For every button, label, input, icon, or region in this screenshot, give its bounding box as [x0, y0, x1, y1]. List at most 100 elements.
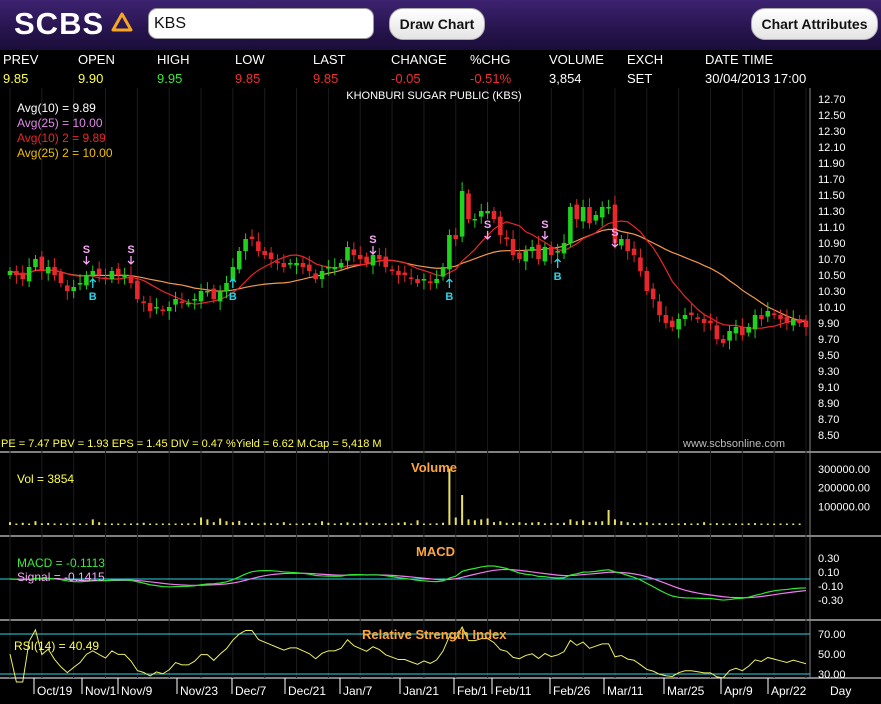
- candle-body: [319, 271, 325, 279]
- macd-panel-title: MACD: [416, 544, 455, 559]
- candle-body: [676, 319, 681, 330]
- candle-body: [765, 311, 771, 317]
- candle-body: [574, 204, 580, 219]
- volume-bar: [340, 523, 343, 525]
- stock-chart[interactable]: 12.70 12.50 12.30 12.10 11.90 11.70 11.50 11.30…: [0, 88, 881, 704]
- candle-body: [90, 271, 96, 275]
- volume-bar: [129, 523, 132, 525]
- candle-body: [300, 263, 306, 267]
- logo-mark-icon: [111, 12, 133, 32]
- volume-bar: [633, 523, 636, 525]
- volume-bar: [792, 523, 795, 525]
- volume-bar: [327, 522, 330, 525]
- macd-tick-label: -0.30: [818, 595, 843, 607]
- volume-bar: [652, 523, 655, 525]
- volume-bar: [47, 522, 50, 525]
- candle-body: [20, 272, 26, 279]
- high-value: 9.95: [157, 71, 183, 86]
- candle-body: [695, 317, 701, 319]
- candle-body: [122, 275, 127, 278]
- candle-body: [307, 264, 312, 271]
- volume-bar: [136, 523, 139, 525]
- chart-attributes-button[interactable]: Chart Attributes: [751, 8, 878, 40]
- fundamentals-line: PE = 7.47 PBV = 1.93 EPS = 1.45 DIV = 0.…: [1, 438, 382, 450]
- sell-arrow-icon: [127, 256, 135, 265]
- price-tick-label: 9.90: [818, 318, 839, 330]
- volume-bar: [722, 523, 725, 525]
- volume-bar: [371, 523, 374, 525]
- volume-bar: [225, 521, 228, 525]
- x-axis-label: Oct/19: [37, 684, 73, 698]
- volume-bar: [531, 522, 534, 525]
- macd-lines: [0, 565, 810, 601]
- price-tick-label: 9.30: [818, 366, 839, 378]
- candle-body: [440, 267, 446, 277]
- candle-body: [784, 316, 790, 323]
- volume-bar: [658, 523, 661, 525]
- x-axis-label: Dec/21: [288, 684, 326, 698]
- candle-body: [287, 263, 293, 265]
- candle-body: [166, 307, 172, 311]
- volume-bar: [314, 523, 317, 525]
- candle-body: [39, 256, 45, 271]
- volume-bar: [149, 523, 152, 525]
- change-header: CHANGE: [391, 52, 447, 67]
- candle-body: [797, 319, 802, 323]
- volume-bar: [295, 523, 298, 525]
- x-axis-label: Apr/9: [724, 684, 753, 698]
- price-tick-label: 11.50: [818, 190, 845, 202]
- buy-signal-label: B: [229, 291, 237, 303]
- volume-bar: [79, 523, 82, 525]
- candle-body: [275, 261, 280, 263]
- sell-arrow-icon: [484, 231, 492, 240]
- candle-body: [402, 272, 408, 275]
- buy-arrow-icon: [229, 278, 237, 288]
- sell-arrow-icon: [541, 231, 549, 240]
- sell-signal-label: S: [369, 234, 376, 246]
- volume-bar: [9, 522, 11, 525]
- candle-body: [71, 287, 76, 291]
- draw-chart-button[interactable]: Draw Chart: [389, 8, 485, 40]
- price-tick-label: 8.50: [818, 430, 839, 442]
- scbs-logo: SCBS: [14, 6, 105, 41]
- prev-header: PREV: [3, 52, 39, 67]
- candle-body: [746, 327, 751, 333]
- volume-bar: [142, 522, 145, 525]
- macd-line: [9, 565, 807, 601]
- buy-arrow-icon: [554, 258, 562, 268]
- candle-body: [733, 327, 739, 334]
- candle-body: [701, 319, 707, 323]
- candle-body: [217, 291, 223, 302]
- volume-bar: [601, 521, 604, 525]
- volume-bar: [155, 523, 158, 525]
- symbol-input[interactable]: [148, 8, 374, 39]
- rsi-readout: RSI(14) = 40.49: [14, 639, 100, 653]
- price-y-axis: 12.70 12.50 12.30 12.10 11.90 11.70 11.50 11.30…: [818, 94, 846, 442]
- candle-body: [96, 268, 102, 275]
- price-tick-label: 11.90: [818, 158, 845, 170]
- volume-bar: [346, 522, 349, 525]
- candle-body: [472, 219, 478, 221]
- volume-bar: [467, 519, 470, 525]
- volume-bar: [308, 522, 311, 525]
- candle-body: [593, 215, 599, 221]
- volume-bar: [206, 519, 209, 525]
- volume-bar: [575, 521, 578, 525]
- volume-panel-title: Volume: [411, 460, 457, 475]
- volume-bar: [40, 523, 43, 525]
- volume-bar: [244, 523, 247, 525]
- price-tick-label: 10.70: [818, 254, 846, 266]
- candle-body: [45, 267, 51, 274]
- candle-body: [689, 312, 694, 315]
- volume-bar: [193, 523, 196, 525]
- volume-bar: [59, 523, 62, 525]
- candle-body: [727, 331, 732, 341]
- volume-bar: [200, 517, 203, 525]
- macd-y-axis: 0.30 0.10 -0.10 -0.30: [818, 553, 843, 607]
- volume-bar: [110, 523, 113, 525]
- volume-bar: [301, 523, 304, 525]
- candle-body: [186, 303, 191, 305]
- volume-bar: [607, 510, 610, 525]
- volume-bar: [174, 523, 177, 525]
- rsi-y-axis: 70.00 50.00 30.00: [818, 629, 846, 681]
